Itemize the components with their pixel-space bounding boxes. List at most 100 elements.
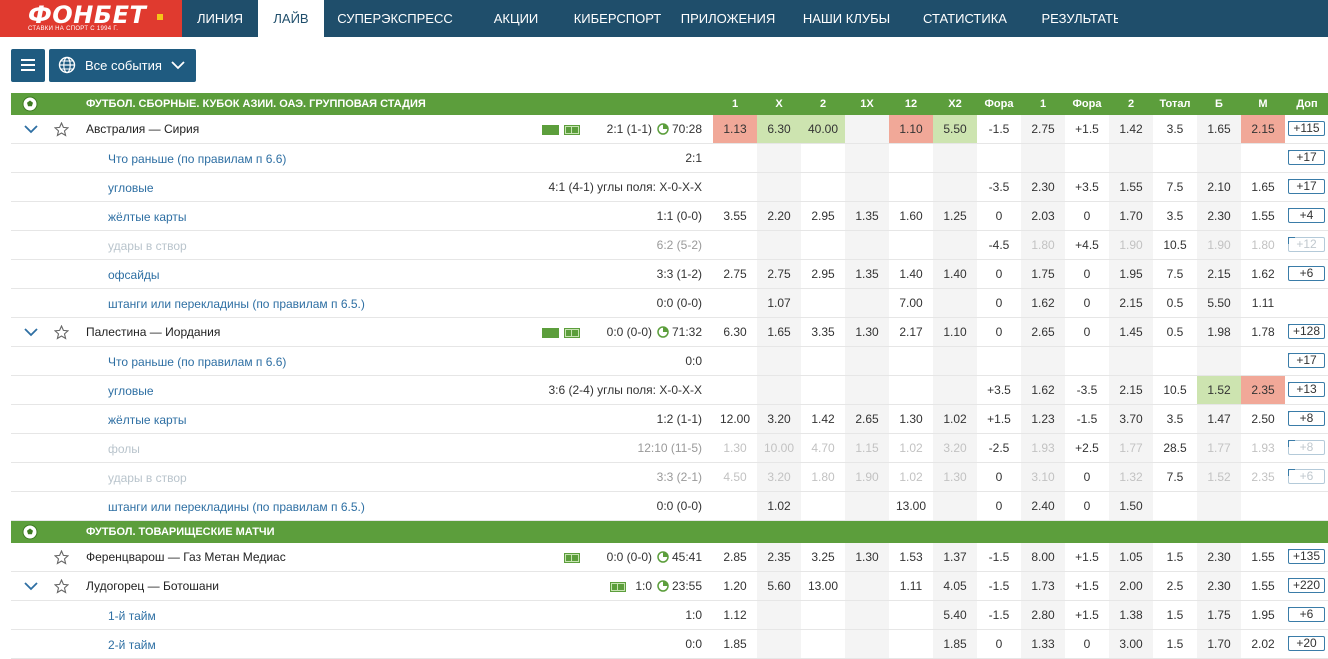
subevent-name[interactable]: 2-й тайм: [108, 638, 156, 652]
odds-cell[interactable]: 10.5: [1153, 376, 1197, 404]
nav-item[interactable]: СУПЕРЭКСПРЕСС: [324, 0, 466, 37]
odds-cell[interactable]: 2.40: [1021, 492, 1065, 520]
events-filter-dropdown[interactable]: Все события: [49, 49, 196, 82]
odds-cell[interactable]: 1.62: [1021, 376, 1065, 404]
odds-cell[interactable]: 1.65: [1241, 173, 1285, 201]
odds-cell[interactable]: 2.35: [1241, 376, 1285, 404]
odds-cell[interactable]: 0: [977, 492, 1021, 520]
subevent-name[interactable]: удары в створ: [108, 239, 187, 253]
odds-cell[interactable]: 0: [1065, 202, 1109, 230]
nav-item[interactable]: ПРИЛОЖЕНИЯ: [669, 0, 787, 37]
nav-item[interactable]: ЛАЙВ: [258, 0, 324, 37]
odds-cell[interactable]: +1.5: [977, 405, 1021, 433]
more-markets-button[interactable]: +13: [1288, 382, 1325, 397]
odds-cell[interactable]: 1.02: [889, 434, 933, 462]
subevent-name[interactable]: штанги или перекладины (по правилам п 6.…: [108, 500, 365, 514]
odds-cell[interactable]: 7.00: [889, 289, 933, 317]
odds-cell[interactable]: 1.95: [1109, 260, 1153, 288]
odds-cell[interactable]: 1.30: [845, 318, 889, 346]
odds-cell[interactable]: 2.80: [1021, 601, 1065, 629]
odds-cell[interactable]: 1.15: [845, 434, 889, 462]
subevent-name[interactable]: Что раньше (по правилам п 6.6): [108, 355, 286, 369]
odds-cell[interactable]: 1.38: [1109, 601, 1153, 629]
odds-cell[interactable]: 1.02: [889, 463, 933, 491]
odds-cell[interactable]: +1.5: [1065, 543, 1109, 571]
odds-cell[interactable]: 1.50: [1109, 492, 1153, 520]
more-markets-button[interactable]: +6: [1288, 266, 1325, 281]
odds-cell[interactable]: 1.42: [1109, 115, 1153, 143]
subevent-name[interactable]: угловые: [108, 384, 154, 398]
odds-cell[interactable]: -3.5: [977, 173, 1021, 201]
subevent-row[interactable]: фолы 12:10 (11-5) 1.30 10.00 4.70 1.15 1.02 3.2…: [11, 434, 1328, 463]
odds-cell[interactable]: 1.90: [1197, 231, 1241, 259]
subevent-row[interactable]: угловые 4:1 (4-1) углы поля: X-0-X-X -3.5 2…: [11, 173, 1328, 202]
odds-cell[interactable]: 7.5: [1153, 260, 1197, 288]
odds-cell[interactable]: 3.5: [1153, 202, 1197, 230]
odds-cell[interactable]: 1.25: [933, 202, 977, 230]
odds-cell[interactable]: 0: [977, 289, 1021, 317]
odds-cell[interactable]: -1.5: [977, 601, 1021, 629]
odds-cell[interactable]: -1.5: [977, 543, 1021, 571]
nav-item[interactable]: ЛИНИЯ: [182, 0, 258, 37]
odds-cell[interactable]: 1.65: [1197, 115, 1241, 143]
odds-cell[interactable]: +3.5: [1065, 173, 1109, 201]
odds-cell[interactable]: 1.53: [889, 543, 933, 571]
more-markets-button[interactable]: +135: [1288, 549, 1325, 564]
odds-cell[interactable]: 2.15: [1197, 260, 1241, 288]
odds-cell[interactable]: 10.5: [1153, 231, 1197, 259]
odds-cell[interactable]: +1.5: [1065, 572, 1109, 600]
nav-item[interactable]: АКЦИИ: [466, 0, 566, 37]
odds-cell[interactable]: 2.30: [1197, 572, 1241, 600]
odds-cell[interactable]: 1.62: [1021, 289, 1065, 317]
odds-cell[interactable]: 1.02: [757, 492, 801, 520]
favorite-star-icon[interactable]: [54, 325, 69, 340]
subevent-row[interactable]: угловые 3:6 (2-4) углы поля: X-0-X-X +3.5 1…: [11, 376, 1328, 405]
odds-cell[interactable]: 1.77: [1109, 434, 1153, 462]
odds-cell[interactable]: 3.20: [933, 434, 977, 462]
subevent-row[interactable]: удары в створ 3:3 (2-1) 4.50 3.20 1.80 1.90 1.…: [11, 463, 1328, 492]
more-markets-button[interactable]: +20: [1288, 636, 1325, 651]
odds-cell[interactable]: 1.93: [1021, 434, 1065, 462]
odds-cell[interactable]: 0: [1065, 260, 1109, 288]
more-markets-button[interactable]: +128: [1288, 324, 1325, 339]
odds-cell[interactable]: 2.17: [889, 318, 933, 346]
odds-cell[interactable]: 1.35: [845, 260, 889, 288]
nav-item[interactable]: НАШИ КЛУБЫ: [787, 0, 906, 37]
odds-cell[interactable]: 1.90: [845, 463, 889, 491]
odds-cell[interactable]: 2.85: [713, 543, 757, 571]
odds-cell[interactable]: 1.5: [1153, 601, 1197, 629]
match-row[interactable]: Лудогорец — Ботошани 23:55 1:0 1.20 5.60 13.0…: [11, 572, 1328, 601]
odds-cell[interactable]: 2.00: [1109, 572, 1153, 600]
odds-cell[interactable]: 28.5: [1153, 434, 1197, 462]
more-markets-button[interactable]: +6: [1288, 469, 1325, 484]
odds-cell[interactable]: 4.05: [933, 572, 977, 600]
odds-cell[interactable]: 1.13: [713, 115, 757, 143]
fonbet-logo[interactable]: ФОНБЕТ СТАВКИ НА СПОРТ С 1994 Г.: [0, 0, 182, 37]
odds-cell[interactable]: 3.25: [801, 543, 845, 571]
odds-cell[interactable]: 6.30: [713, 318, 757, 346]
odds-cell[interactable]: 2.65: [1021, 318, 1065, 346]
odds-cell[interactable]: 1.5: [1153, 543, 1197, 571]
odds-cell[interactable]: 2.65: [845, 405, 889, 433]
odds-cell[interactable]: 2.5: [1153, 572, 1197, 600]
odds-cell[interactable]: 1.77: [1197, 434, 1241, 462]
subevent-name[interactable]: Что раньше (по правилам п 6.6): [108, 152, 286, 166]
odds-cell[interactable]: -3.5: [1065, 376, 1109, 404]
subevent-row[interactable]: Что раньше (по правилам п 6.6) 2:1 +17: [11, 144, 1328, 173]
odds-cell[interactable]: 1.20: [713, 572, 757, 600]
chevron-down-icon[interactable]: [24, 581, 38, 591]
odds-cell[interactable]: 5.40: [933, 601, 977, 629]
odds-cell[interactable]: 0: [977, 318, 1021, 346]
odds-cell[interactable]: 1.23: [1021, 405, 1065, 433]
subevent-row[interactable]: штанги или перекладины (по правилам п 6.…: [11, 492, 1328, 521]
odds-cell[interactable]: 1.90: [1109, 231, 1153, 259]
odds-cell[interactable]: 1.32: [1109, 463, 1153, 491]
subevent-row[interactable]: жёлтые карты 1:2 (1-1) 12.00 3.20 1.42 2.65 1.…: [11, 405, 1328, 434]
more-markets-button[interactable]: +220: [1288, 578, 1325, 593]
subevent-name[interactable]: жёлтые карты: [108, 210, 187, 224]
subevent-name[interactable]: угловые: [108, 181, 154, 195]
subevent-name[interactable]: фолы: [108, 442, 140, 456]
more-markets-button[interactable]: +12: [1288, 237, 1325, 252]
odds-cell[interactable]: 4.70: [801, 434, 845, 462]
odds-cell[interactable]: 1.70: [1109, 202, 1153, 230]
